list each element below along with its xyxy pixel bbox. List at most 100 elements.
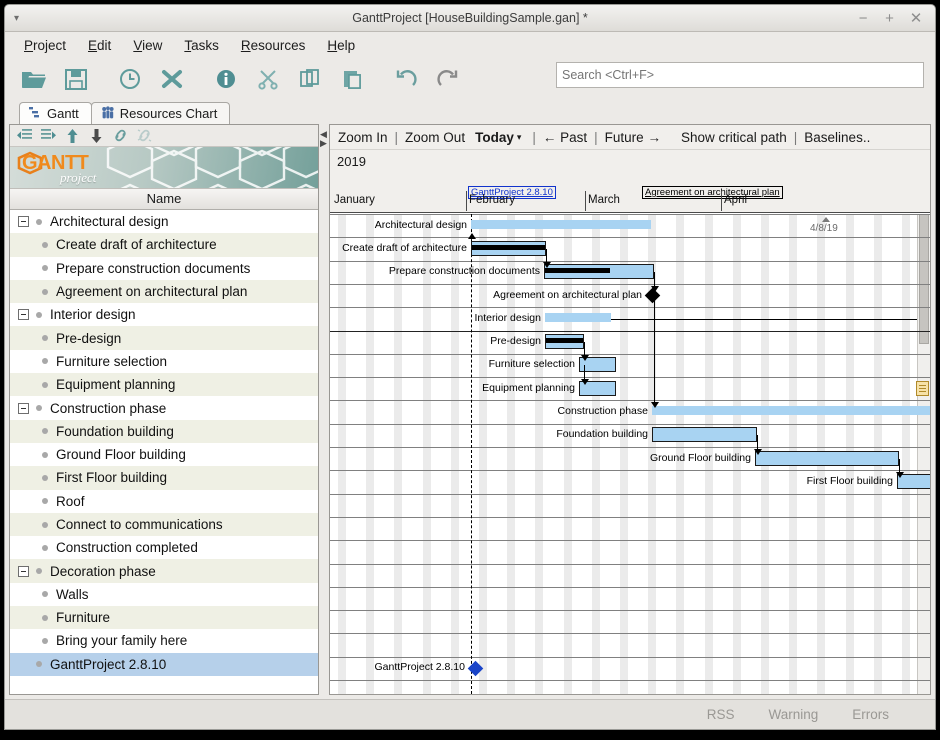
chart-row-separator bbox=[330, 307, 930, 309]
unlink-icon[interactable] bbox=[133, 126, 155, 146]
gantt-bar-label: Roof bbox=[653, 498, 930, 510]
outdent-icon[interactable] bbox=[13, 126, 35, 146]
zoom-in-button[interactable]: Zoom In bbox=[336, 130, 390, 145]
copy-icon[interactable] bbox=[289, 60, 331, 98]
gantt-sep-2: | bbox=[532, 129, 536, 145]
task-tree-row[interactable]: Construction completed bbox=[10, 536, 318, 559]
menu-view[interactable]: View bbox=[124, 35, 171, 56]
task-tree-row[interactable]: GanttProject 2.8.10 bbox=[10, 652, 318, 676]
chart-vertical-scrollbar[interactable] bbox=[917, 214, 930, 694]
application-window: ▾ GanttProject [HouseBuildingSample.gan]… bbox=[4, 4, 936, 730]
task-bullet-icon bbox=[36, 568, 42, 575]
task-tree-row[interactable]: Furniture bbox=[10, 606, 318, 630]
task-tree-row[interactable]: Equipment planning bbox=[10, 373, 318, 397]
gantt-task-bar[interactable] bbox=[652, 427, 757, 443]
task-bullet-icon bbox=[36, 661, 42, 668]
gantt-bar-label: Construction phase bbox=[557, 405, 648, 418]
task-tree-row[interactable]: Walls bbox=[10, 583, 318, 606]
gantt-bar-label: Furniture selection bbox=[488, 358, 575, 371]
status-rss[interactable]: RSS bbox=[707, 707, 735, 722]
gantt-bar-label: Pre-design bbox=[490, 335, 541, 348]
task-tree-row[interactable]: Agreement on architectural plan bbox=[10, 279, 318, 304]
search-input[interactable] bbox=[556, 62, 924, 88]
splitter-right-arrow-icon[interactable]: ▶ bbox=[320, 138, 327, 149]
today-button[interactable]: Today bbox=[467, 130, 517, 145]
indent-icon[interactable] bbox=[37, 126, 59, 146]
task-tree-row[interactable]: Foundation building bbox=[10, 419, 318, 443]
menu-help[interactable]: Help bbox=[318, 35, 364, 56]
past-button[interactable]: ← Past bbox=[541, 130, 589, 145]
task-tree-row[interactable]: Pre-design bbox=[10, 326, 318, 350]
menu-edit[interactable]: Edit bbox=[79, 35, 120, 56]
status-errors[interactable]: Errors bbox=[852, 707, 889, 722]
minimize-button[interactable]: − bbox=[852, 5, 874, 32]
panel-splitter[interactable]: ◀ ▶ bbox=[319, 124, 329, 695]
close-button[interactable]: ✕ bbox=[905, 5, 927, 32]
gantt-task-bar[interactable] bbox=[544, 264, 654, 280]
scissors-icon[interactable] bbox=[247, 60, 289, 98]
undo-icon[interactable] bbox=[385, 60, 427, 98]
redo-icon[interactable] bbox=[427, 60, 469, 98]
task-tree-row[interactable]: First Floor building bbox=[10, 466, 318, 490]
status-warning[interactable]: Warning bbox=[768, 707, 818, 722]
link-icon[interactable] bbox=[109, 126, 131, 146]
paste-icon[interactable] bbox=[331, 60, 373, 98]
chart-row-separator bbox=[330, 330, 930, 332]
chart-scrollbar-thumb[interactable] bbox=[919, 214, 929, 344]
gantt-task-bar[interactable] bbox=[755, 450, 899, 466]
tree-expander-icon[interactable] bbox=[18, 402, 29, 414]
task-name-label: Ground Floor building bbox=[56, 447, 186, 463]
gantt-task-bar[interactable] bbox=[471, 240, 546, 256]
search-container bbox=[556, 62, 924, 88]
tab-gantt-label: Gantt bbox=[47, 106, 79, 121]
task-name-label: Agreement on architectural plan bbox=[56, 284, 248, 300]
task-tree-row[interactable]: Bring your family here bbox=[10, 629, 318, 652]
show-critical-path-button[interactable]: Show critical path bbox=[679, 130, 789, 145]
tree-expander-icon[interactable] bbox=[18, 565, 29, 577]
task-tree-row[interactable]: Interior design bbox=[10, 303, 318, 326]
zoom-out-button[interactable]: Zoom Out bbox=[403, 130, 467, 145]
gantt-chart-area[interactable]: 4/8/19 Architectural design Create draft o… bbox=[330, 214, 930, 694]
gantt-task-bar[interactable] bbox=[545, 334, 584, 350]
info-icon[interactable] bbox=[205, 60, 247, 98]
menu-project[interactable]: Project bbox=[15, 35, 75, 56]
delete-x-icon[interactable] bbox=[151, 60, 193, 98]
task-tree-row[interactable]: Prepare construction documents bbox=[10, 257, 318, 280]
task-tree-row[interactable]: Roof bbox=[10, 490, 318, 513]
window-controls: − + ✕ bbox=[852, 5, 927, 32]
tree-column-header-name[interactable]: Name bbox=[10, 189, 318, 210]
gantt-summary-bar[interactable] bbox=[545, 312, 611, 322]
task-tree-row[interactable]: Construction phase bbox=[10, 396, 318, 419]
arrow-up-icon[interactable] bbox=[61, 126, 83, 146]
gantt-summary-bar[interactable] bbox=[471, 219, 651, 229]
task-tree-row[interactable]: Furniture selection bbox=[10, 350, 318, 373]
task-tree-row[interactable]: Architectural design bbox=[10, 210, 318, 233]
timeline-header: 2019 GanttProject 2.8.10 Agreement on arc… bbox=[330, 150, 930, 213]
clock-icon[interactable] bbox=[109, 60, 151, 98]
task-tree-row[interactable]: Create draft of architecture bbox=[10, 233, 318, 257]
gantt-bar-label: Ground Floor building bbox=[650, 451, 751, 464]
task-tree-row[interactable]: Decoration phase bbox=[10, 559, 318, 583]
baselines-button[interactable]: Baselines.. bbox=[802, 130, 872, 145]
task-notes-icon[interactable] bbox=[916, 381, 929, 397]
tree-expander-icon[interactable] bbox=[18, 216, 29, 228]
open-folder-icon[interactable] bbox=[13, 60, 55, 98]
menu-resources[interactable]: Resources bbox=[232, 35, 315, 56]
future-button[interactable]: Future → bbox=[603, 130, 663, 145]
tree-expander-icon[interactable] bbox=[18, 309, 29, 321]
task-tree-row[interactable]: Ground Floor building bbox=[10, 443, 318, 466]
arrow-down-icon[interactable] bbox=[85, 126, 107, 146]
task-name-label: Foundation building bbox=[56, 423, 174, 439]
gantt-summary-bar[interactable] bbox=[652, 406, 930, 416]
task-tree-row[interactable]: Connect to communications bbox=[10, 512, 318, 537]
save-floppy-icon[interactable] bbox=[55, 60, 97, 98]
maximize-button[interactable]: + bbox=[879, 5, 901, 32]
menu-tasks[interactable]: Tasks bbox=[175, 35, 228, 56]
dependency-arrow-icon bbox=[467, 233, 476, 240]
tab-gantt[interactable]: Gantt bbox=[19, 102, 92, 124]
tab-resources-chart[interactable]: Resources Chart bbox=[90, 102, 231, 124]
task-name-label: Roof bbox=[56, 493, 85, 509]
chart-row-separator bbox=[330, 377, 930, 379]
task-name-label: Decoration phase bbox=[50, 563, 156, 579]
today-caret-icon[interactable]: ▾ bbox=[517, 132, 528, 143]
